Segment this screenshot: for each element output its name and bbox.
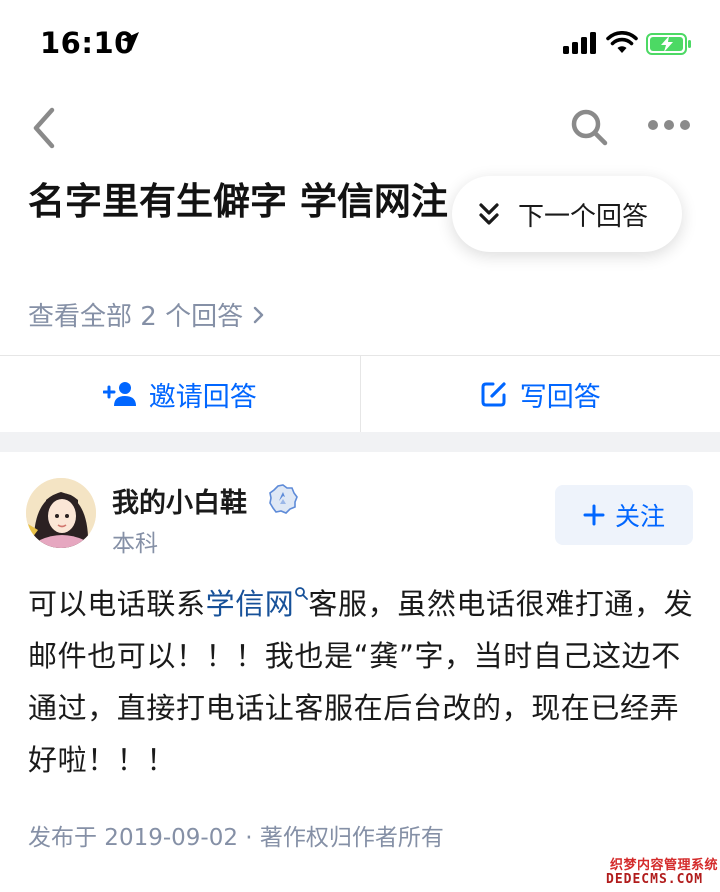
avatar[interactable] xyxy=(26,478,96,548)
avatar-image xyxy=(26,478,96,548)
location-arrow-icon xyxy=(121,32,139,51)
next-answer-label: 下一个回答 xyxy=(518,201,649,232)
back-chevron-icon[interactable] xyxy=(28,106,60,150)
view-all-answers-label: 查看全部 2 个回答 xyxy=(28,302,244,332)
invite-answer-label: 邀请回答 xyxy=(148,381,257,413)
status-bar: 16:10 xyxy=(0,0,720,88)
wifi-icon xyxy=(606,31,638,53)
edit-pencil-icon xyxy=(481,382,506,407)
chevron-right-icon xyxy=(253,306,264,323)
invite-answer-button[interactable]: 邀请回答 xyxy=(0,356,360,432)
battery-charging-icon xyxy=(646,33,691,55)
search-icon[interactable] xyxy=(570,108,608,146)
watermark-line1: 织梦内容管理系统 xyxy=(610,858,719,873)
write-answer-button[interactable]: 写回答 xyxy=(361,356,720,432)
search-link-icon xyxy=(295,587,309,600)
watermark: 织梦内容管理系统 DEDECMS.COM xyxy=(598,852,720,892)
answer-content: 可以电话联系学信网 客服，虽然电话很难打通，发邮件也可以！！！我也是“龚”字，当时… xyxy=(28,578,696,786)
author-education: 本科 xyxy=(112,531,158,557)
write-answer-label: 写回答 xyxy=(519,381,601,413)
action-row: 邀请回答 写回答 xyxy=(0,356,720,432)
nav-bar xyxy=(0,96,720,160)
invite-user-icon xyxy=(102,382,136,406)
plus-icon xyxy=(583,504,605,526)
answer-link[interactable]: 学信网 xyxy=(206,587,295,621)
answer-text: 可以电话联系 xyxy=(28,587,206,621)
author-name[interactable]: 我的小白鞋 xyxy=(112,481,247,520)
follow-label: 关注 xyxy=(614,502,665,531)
signal-bars-icon xyxy=(563,32,596,54)
watermark-line2: DEDECMS.COM xyxy=(606,872,704,887)
section-separator xyxy=(0,432,720,452)
double-chevron-down-icon xyxy=(479,203,499,225)
follow-button[interactable]: 关注 xyxy=(555,485,693,545)
view-all-answers-link[interactable]: 查看全部 2 个回答 xyxy=(28,296,265,333)
next-answer-button[interactable]: 下一个回答 xyxy=(452,176,682,252)
publish-info: 发布于 2019-09-02 · 著作权归作者所有 xyxy=(28,825,444,851)
more-dots-icon[interactable] xyxy=(646,118,692,132)
verified-badge-icon xyxy=(269,484,298,514)
